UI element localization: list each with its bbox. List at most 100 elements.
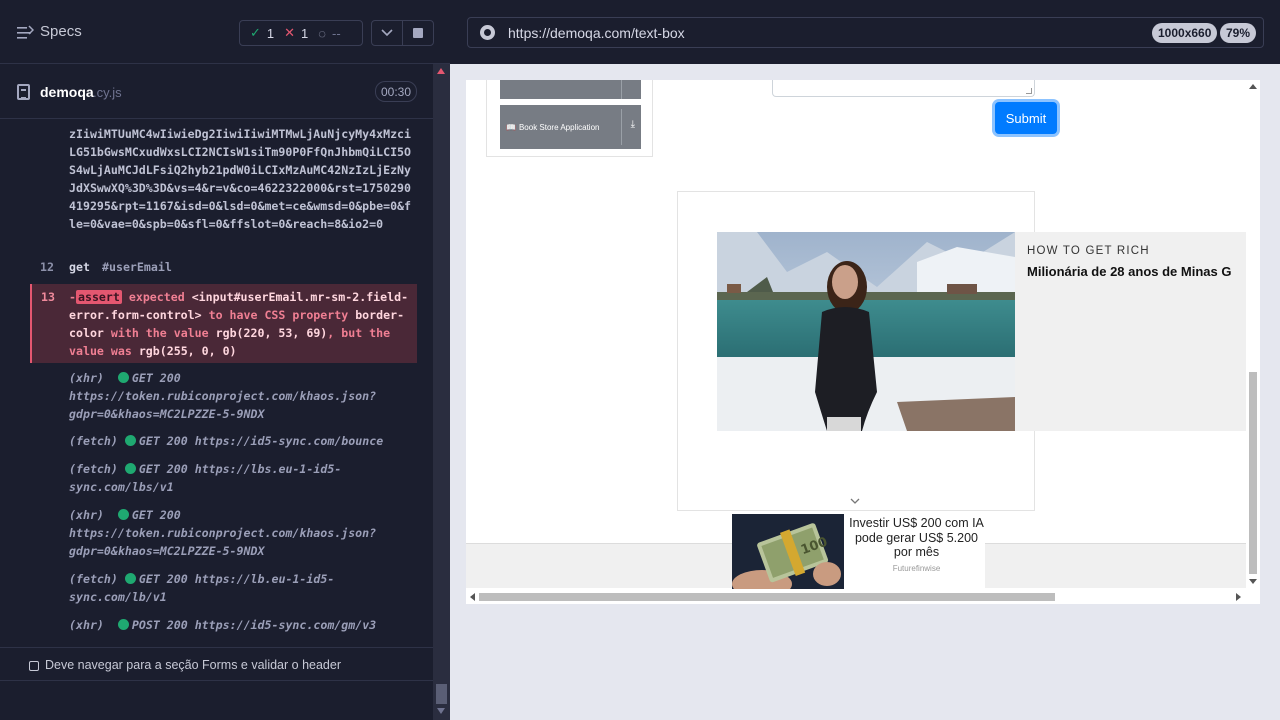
ad-card-brand: Futurefinwise [892, 564, 941, 573]
scroll-down-icon[interactable] [1249, 579, 1257, 584]
submit-button[interactable]: Submit [995, 102, 1057, 134]
request-log-item[interactable]: (xhr) POST 200 https://id5-sync.com/gm/v… [69, 616, 414, 634]
request-log-item[interactable]: (fetch) GET 200 https://lb.eu-1-id5-sync… [69, 570, 414, 606]
ad-headline[interactable]: Milionária de 28 anos de Minas G [1027, 264, 1260, 279]
specs-label[interactable]: Specs [40, 23, 82, 40]
check-icon: ✓ [250, 25, 261, 40]
request-status: POST 200 [131, 618, 188, 632]
status-dot-icon [124, 573, 136, 584]
assert-word-value: with the value [110, 326, 209, 341]
specs-list-icon[interactable] [16, 23, 34, 43]
request-url: https://token.rubiconproject.com/khaos.j… [69, 526, 377, 559]
scroll-left-icon[interactable] [470, 593, 475, 601]
request-status: GET 200 [138, 462, 188, 476]
command-list: zIiwiMTUuMC4wIiwieDg2IiwiIiwiMTMwLjAuNjc… [0, 120, 433, 640]
menu-group-label: Book Store Application [518, 122, 600, 132]
url-bar[interactable]: https://demoqa.com/text-box 1000x660 79% [467, 17, 1264, 48]
menu-group-previous[interactable] [500, 80, 641, 99]
spec-file-name: demoqa [40, 84, 94, 100]
ad-kicker: HOW TO GET RICH [1027, 245, 1150, 257]
pending-stat: ◌ -- [318, 26, 340, 41]
viewport-size-badge[interactable]: 1000x660 [1152, 23, 1218, 43]
scroll-thumb[interactable] [479, 593, 1055, 601]
preview-vertical-scrollbar[interactable] [1246, 80, 1260, 589]
assert-actual-value: rgb(255, 0, 0) [138, 344, 237, 359]
test-stats: ✓ 1 ✕ 1 ◌ -- [239, 20, 363, 46]
failed-count: 1 [301, 25, 309, 41]
specs-header: Specs ✓ 1 ✕ 1 ◌ -- [0, 0, 450, 64]
passed-stat: ✓ 1 [250, 25, 274, 41]
resize-grip-icon[interactable] [1026, 88, 1032, 94]
next-test-title: Deve navegar para a seção Forms e valida… [45, 658, 341, 672]
next-test-row[interactable]: Deve navegar para a seção Forms e valida… [0, 647, 433, 681]
status-dot-icon [124, 463, 136, 474]
command-number: 12 [40, 260, 54, 274]
site-info-icon[interactable] [480, 25, 495, 40]
passed-count: 1 [266, 25, 275, 41]
spec-duration: 00:30 [375, 81, 417, 102]
assert-message: - assert expected <input#userEmail.mr-sm-… [69, 290, 409, 359]
test-status-icon [29, 661, 39, 671]
preview-horizontal-scrollbar[interactable] [466, 590, 1246, 604]
ad-image[interactable]: 100 [732, 514, 844, 589]
ad-image[interactable] [717, 232, 1015, 431]
request-url: https://id5-sync.com/bounce [194, 434, 384, 448]
request-log-item[interactable]: (fetch) GET 200 https://id5-sync.com/bou… [69, 432, 414, 450]
address-textarea[interactable] [772, 80, 1035, 97]
status-dot-icon [117, 619, 129, 630]
command-log-scrollbar[interactable] [433, 64, 450, 720]
assert-word-expected: expected [128, 290, 185, 304]
download-icon: ⤓ [630, 119, 635, 130]
ad-card[interactable]: 100 Investir US$ 200 com IA pode gerar U… [732, 514, 985, 589]
scroll-thumb[interactable] [436, 684, 447, 704]
spec-file-header[interactable]: demoqa .cy.js [0, 64, 433, 119]
pending-icon: ◌ [318, 25, 327, 41]
request-log-item[interactable]: (fetch) GET 200 https://lbs.eu-1-id5-syn… [69, 460, 414, 496]
app-preview: 📖 Book Store Application ⤓ Submit HOW TO… [466, 80, 1260, 604]
scroll-down-icon[interactable] [437, 708, 445, 714]
command-log-panel: Specs ✓ 1 ✕ 1 ◌ -- demoqa .cy.js 00:30 z… [0, 0, 450, 720]
failed-stat: ✕ 1 [284, 25, 308, 41]
request-status: GET 200 [131, 508, 181, 522]
scroll-up-icon[interactable] [1249, 84, 1257, 89]
request-type: (fetch) [69, 462, 118, 476]
stop-button[interactable] [402, 20, 434, 46]
request-type: (xhr) [69, 508, 104, 522]
chevron-down-icon[interactable] [850, 496, 860, 506]
command-number: 13 [41, 290, 55, 304]
scroll-up-icon[interactable] [437, 68, 445, 74]
zoom-badge[interactable]: 79% [1220, 23, 1257, 43]
command-arg: #userEmail [102, 260, 172, 274]
request-url: https://token.rubiconproject.com/khaos.j… [69, 389, 377, 422]
chevron-down-icon [381, 29, 393, 37]
url-text[interactable]: https://demoqa.com/text-box [508, 25, 685, 41]
status-dot-icon [124, 435, 136, 446]
assert-expected-value: rgb(220, 53, 69) [215, 326, 328, 341]
status-dot-icon [117, 372, 129, 383]
request-log-item[interactable]: (xhr) GET 200 https://token.rubiconproje… [69, 369, 414, 423]
ad-photo-money: 100 [732, 514, 844, 589]
scroll-thumb[interactable] [1249, 372, 1257, 574]
request-type: (fetch) [69, 434, 118, 448]
ad-photo-woman-lake [717, 232, 1015, 431]
book-icon: 📖 [506, 122, 516, 132]
status-dot-icon [117, 509, 129, 520]
spec-file-ext: .cy.js [93, 85, 122, 100]
menu-group-book-store[interactable]: 📖 Book Store Application ⤓ [500, 105, 641, 149]
command-name: get [69, 260, 90, 274]
menu-divider [621, 109, 622, 145]
assert-badge: assert [75, 290, 122, 304]
scroll-right-icon[interactable] [1236, 593, 1241, 601]
request-log-item[interactable]: (xhr) GET 200 https://token.rubiconproje… [69, 506, 414, 560]
request-type: (fetch) [69, 572, 118, 586]
command-url-continuation[interactable]: zIiwiMTUuMC4wIiwieDg2IiwiIiwiMTMwLjAuNjc… [69, 125, 414, 234]
document-icon [17, 84, 30, 100]
ad-card-text[interactable]: Investir US$ 200 com IA pode gerar US$ 5… [848, 516, 985, 560]
request-status: GET 200 [138, 434, 188, 448]
expand-tests-button[interactable] [371, 20, 403, 46]
ad-banner[interactable]: HOW TO GET RICH Milionária de 28 anos de… [717, 232, 1260, 431]
cross-icon: ✕ [284, 25, 296, 40]
command-assert-failed[interactable]: 13 - assert expected <input#userEmail.mr-… [30, 284, 417, 363]
request-type: (xhr) [69, 371, 104, 385]
stop-icon [413, 28, 423, 38]
